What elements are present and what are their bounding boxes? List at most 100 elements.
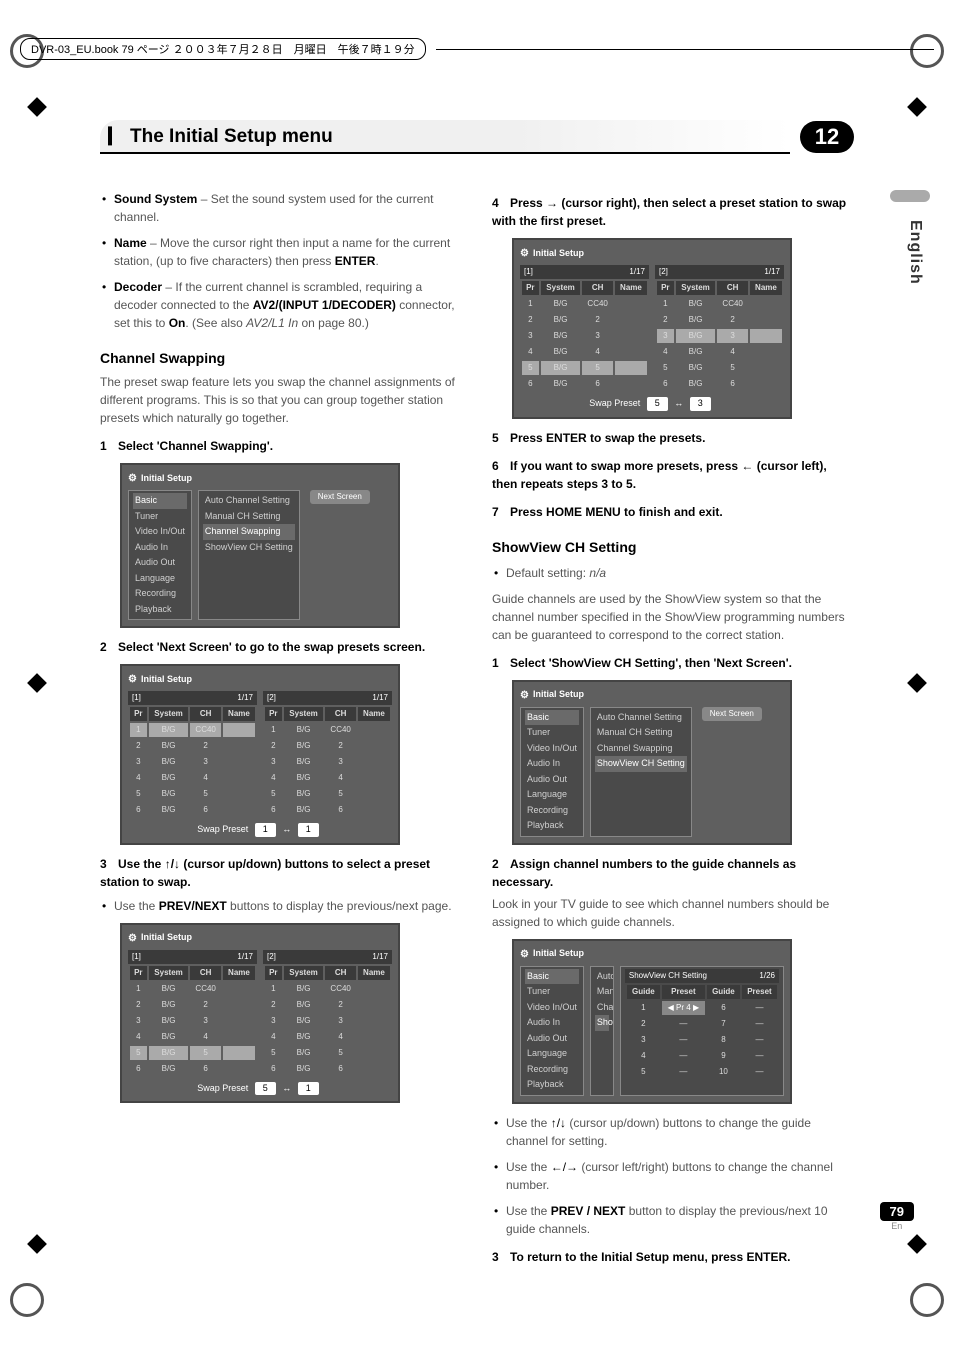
col-header: CH <box>325 707 356 721</box>
swap-num-left: 5 <box>647 397 668 411</box>
note: Use the ←/→ (cursor left/right) buttons … <box>506 1158 854 1194</box>
step-7: 7Press HOME MENU to finish and exit. <box>492 503 854 521</box>
table-row: 4B/G4 <box>265 1030 390 1044</box>
prev-next-ref: PREV/NEXT <box>159 899 227 913</box>
step-6: 6If you want to swap more presets, press… <box>492 457 854 493</box>
menu-item: Language <box>525 1046 579 1062</box>
connector-ref: AV2/(INPUT 1/DECODER) <box>253 298 396 312</box>
menu-item: Manual CH Setting <box>595 725 687 741</box>
bullet-sound-system: Sound System – Set the sound system used… <box>114 190 462 226</box>
table-row: 1B/GCC40 <box>657 297 782 311</box>
section-showview: ShowView CH Setting <box>492 537 854 558</box>
col-header: Pr <box>265 707 282 721</box>
step-5: 5Press ENTER to swap the presets. <box>492 429 854 447</box>
menu-item: Tuner <box>133 509 187 525</box>
bullet-label: Decoder <box>114 280 162 294</box>
table-header-bar: [1]1/17 <box>520 265 649 279</box>
table-header-bar: [2]1/17 <box>655 265 784 279</box>
preset-table: PrSystemCHName 1B/GCC40 2B/G2 3B/G3 4B/G… <box>520 279 649 393</box>
menu-item: Language <box>133 571 187 587</box>
table-row: 2B/G2 <box>522 313 647 327</box>
menu-item: Recording <box>525 803 579 819</box>
ui-title-bar: ⚙Initial Setup <box>128 471 392 486</box>
leftright-arrow-icon: ←/→ <box>551 1160 578 1174</box>
sv-step-1: 1Select 'ShowView CH Setting', then 'Nex… <box>492 654 854 672</box>
swap-arrow-icon: ↔ <box>282 1083 291 1093</box>
table-row: 1B/GCC40 <box>522 297 647 311</box>
note: Use the PREV / NEXT button to display th… <box>506 1202 854 1238</box>
table-row: 5B/G5 <box>265 1046 390 1060</box>
ui-title-bar: ⚙ Initial Setup <box>520 688 784 703</box>
ui-two-tables: [1]1/17 PrSystemCHName 1B/GCC40 2B/G2 3B… <box>520 265 784 393</box>
two-column-layout: Sound System – Set the sound system used… <box>100 184 854 1270</box>
table-header-bar: [1]1/17 <box>128 950 257 964</box>
left-column: Sound System – Set the sound system used… <box>100 184 462 1270</box>
table-row: 1B/GCC40 <box>265 982 390 996</box>
gear-icon: ⚙ <box>520 688 529 703</box>
gear-icon: ⚙ <box>128 672 137 687</box>
step-text: Press HOME MENU to finish and exit. <box>510 505 723 519</box>
menu-item: Basic <box>133 493 187 509</box>
sv-step-2: 2Assign channel numbers to the guide cha… <box>492 855 854 891</box>
page-number: 79 <box>880 1202 914 1221</box>
menu-item: Audio In <box>525 1015 579 1031</box>
swap-arrow-icon: ↔ <box>674 398 683 408</box>
table-row: 5B/G5 <box>522 361 647 375</box>
ui-screenshot-showview-menu: ⚙Initial Setup Basic Tuner Video In/Out … <box>512 680 792 845</box>
menu-item: Auto Channel Setting <box>203 493 295 509</box>
table-left: [1]1/17 PrSystemCHName 1B/GCC40 2B/G2 3B… <box>520 265 649 393</box>
side-tab-indicator <box>890 190 930 202</box>
swap-arrow-icon: ↔ <box>282 824 291 834</box>
page-footer: 79 En <box>880 1202 914 1231</box>
table-row: 5—10— <box>627 1065 777 1079</box>
table-left: [1]1/17 Pr System CH Name 1B/GCC40 2B/G2 <box>128 691 257 819</box>
table-row: 6B/G6 <box>130 1062 255 1076</box>
registration-mark-icon <box>10 1283 44 1317</box>
table-row: 2B/G2 <box>130 998 255 1012</box>
menu-item: Audio In <box>133 540 187 556</box>
table-header-bar: [2]1/17 <box>263 950 392 964</box>
ui-title-text: Initial Setup <box>533 247 584 261</box>
table-row: 6B/G6 <box>130 803 255 817</box>
bullet-decoder: Decoder – If the current channel is scra… <box>114 278 462 332</box>
menu-item: Tuner <box>525 984 579 1000</box>
table-row: 2B/G2 <box>265 739 390 753</box>
table-row: 4B/G4 <box>130 771 255 785</box>
next-screen-button: Next Screen <box>310 490 370 504</box>
bullet-text: – Move the cursor right then input a nam… <box>114 236 450 268</box>
ui-title-text: Initial Setup <box>533 688 584 702</box>
step-text: If you want to swap more presets, press <box>510 459 741 473</box>
menu-item: Manual CH Setting <box>203 509 295 525</box>
note-prev-next: Use the PREV/NEXT buttons to display the… <box>114 897 462 915</box>
ui-button-area: Next Screen <box>698 707 762 837</box>
table-row: 2B/G2 <box>130 739 255 753</box>
menu-item: Playback <box>525 818 579 834</box>
enter-button-ref: ENTER <box>335 254 376 268</box>
step-2: 2Select 'Next Screen' to go to the swap … <box>100 638 462 656</box>
table-row: 2—7— <box>627 1017 777 1031</box>
showview-intro: Guide channels are used by the ShowView … <box>492 590 854 644</box>
ui-title-bar: ⚙Initial Setup <box>520 947 784 962</box>
step-text: Use the <box>118 857 165 871</box>
ui-side-menu: Basic Tuner Video In/Out Audio In Audio … <box>520 966 584 1096</box>
table-row: 4B/G4 <box>522 345 647 359</box>
left-arrow-icon: ← <box>741 459 753 473</box>
ui-title-bar: ⚙Initial Setup <box>128 931 392 946</box>
note-text: Use the <box>506 1116 551 1130</box>
menu-item: Recording <box>133 586 187 602</box>
step-text: To return to the Initial Setup menu, pre… <box>510 1250 790 1264</box>
page-indicator: 1/17 <box>237 951 253 963</box>
ui-title-text: Initial Setup <box>141 673 192 687</box>
ui-two-tables: [1]1/17 Pr System CH Name 1B/GCC40 2B/G2 <box>128 691 392 819</box>
crop-mark-icon <box>907 1234 927 1254</box>
page-indicator: 1/17 <box>764 266 780 278</box>
registration-mark-icon <box>910 1283 944 1317</box>
right-column: 4Press → (cursor right), then select a p… <box>492 184 854 1270</box>
menu-item: Channel Swapping <box>595 741 687 757</box>
showview-popup: ShowView CH Setting1/26 Guide Preset Gui… <box>620 966 784 1096</box>
feature-bullet-list: Sound System – Set the sound system used… <box>100 190 462 332</box>
swap-num-right: 3 <box>690 397 711 411</box>
table-left: [1]1/17 PrSystemCHName 1B/GCC40 2B/G2 3B… <box>128 950 257 1078</box>
table-row: 2B/G2 <box>657 313 782 327</box>
menu-item: Video In/Out <box>133 524 187 540</box>
